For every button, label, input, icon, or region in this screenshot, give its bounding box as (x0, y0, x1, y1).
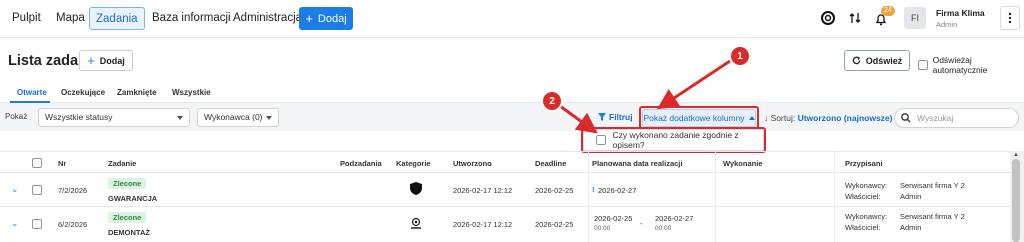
col-header-utworzono[interactable]: Utworzono (453, 159, 492, 168)
assignee-value: Serwisant firma Y 2 (900, 181, 965, 190)
chevron-down-icon[interactable]: ⌄ (11, 184, 19, 195)
status-badge: Zlecone (108, 178, 147, 189)
table-header: Nr Zadanie Podzadania Kategorie Utworzon… (0, 151, 1010, 173)
annotation-marker-2: 2 (543, 92, 561, 110)
arrow-1 (656, 59, 731, 110)
owner-value: Admin (900, 223, 922, 232)
col-header-nr[interactable]: Nr (58, 159, 66, 168)
assignee-value: Serwisant firma Y 2 (900, 212, 965, 221)
col-header-kategorie[interactable]: Kategorie (396, 159, 431, 168)
row-checkbox[interactable] (32, 185, 42, 195)
sort-desc-icon: ↓ (489, 159, 493, 168)
task-number: 6/2/2026 (58, 220, 88, 229)
select-all-checkbox[interactable] (32, 158, 42, 168)
planned-end-time: 00:00 (655, 225, 672, 232)
arrow-2 (559, 104, 598, 134)
row-checkbox[interactable] (32, 219, 42, 229)
assignee-label: Wykonawcy: (845, 181, 888, 190)
owner-label: Właściciel: (845, 192, 881, 201)
task-name[interactable]: DEMONTAŻ (108, 228, 150, 237)
exclamation-icon: ! (592, 185, 595, 194)
deadline-date: 2026-02-25 (535, 186, 574, 195)
col-header-deadline[interactable]: Deadline (535, 159, 566, 168)
planned-date: 2026-02-27 (598, 186, 637, 195)
owner-label: Właściciel: (845, 223, 881, 232)
col-header-wykonanie[interactable]: Wykonanie (723, 159, 762, 168)
col-header-przypisani[interactable]: Przypisani (845, 159, 883, 168)
col-header-planowana[interactable]: Planowana data realizacji (592, 159, 682, 168)
app-root: Pulpit Mapa Zadania Baza informacji Admi… (0, 0, 1024, 242)
col-header-zadanie[interactable]: Zadanie (108, 159, 136, 168)
date-range-separator: - (640, 219, 643, 228)
table-row[interactable]: ⌄ 7/2/2026 Zlecone GWARANCJA 2026-02-17 … (0, 173, 1010, 207)
gear-person-icon (411, 217, 421, 229)
col-header-podzadania[interactable]: Podzadania (340, 159, 382, 168)
annotation-marker-1: 1 (731, 47, 749, 65)
planned-end-date: 2026-02-27 (655, 214, 694, 223)
shield-icon (410, 182, 422, 195)
status-badge: Zlecone (108, 212, 147, 223)
planned-start-time: 00:00 (594, 225, 611, 232)
assignee-label: Wykonawcy: (845, 212, 888, 221)
task-name[interactable]: GWARANCJA (108, 194, 157, 203)
table-row[interactable]: ⌄ 6/2/2026 Zlecone DEMONTAŻ 2026-02-17 1… (0, 207, 1010, 242)
planned-start-date: 2026-02-25 (594, 214, 633, 223)
created-date: 2026-02-17 12:12 (453, 186, 513, 195)
created-date: 2026-02-17 12:12 (453, 220, 513, 229)
chevron-down-icon[interactable]: ⌄ (11, 218, 19, 229)
task-number: 7/2/2026 (58, 186, 88, 195)
owner-value: Admin (900, 192, 922, 201)
deadline-date: 2026-02-25 (535, 220, 574, 229)
scroll-up-icon[interactable]: ▲ (1013, 152, 1019, 158)
scrollbar-thumb[interactable] (1012, 159, 1020, 242)
